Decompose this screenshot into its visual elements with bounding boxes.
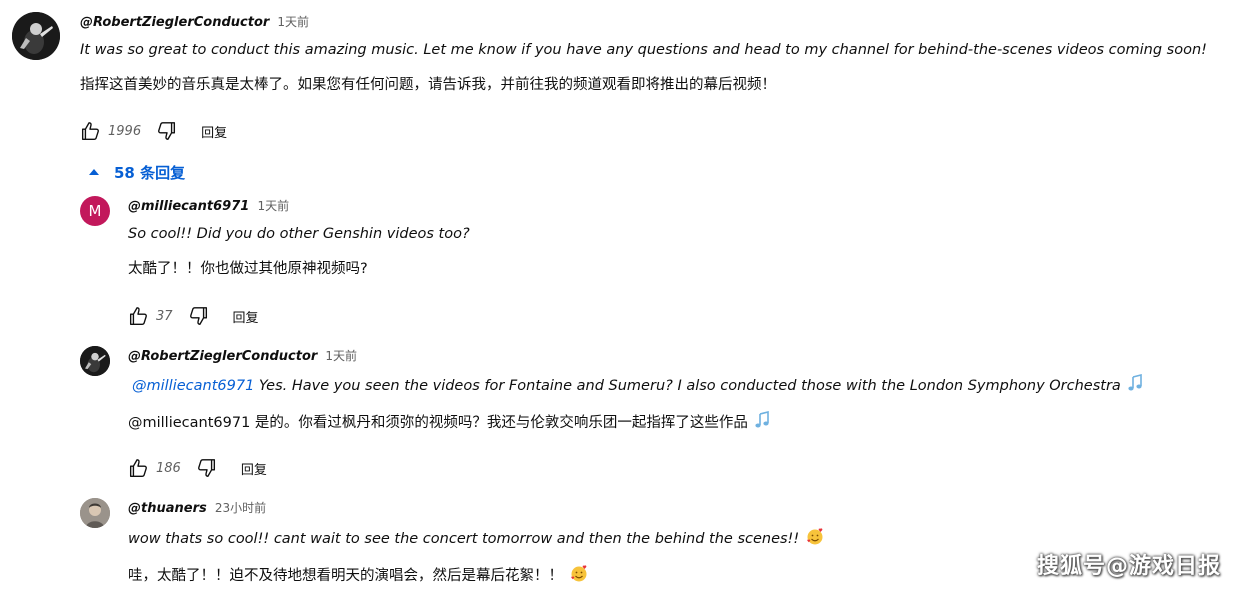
conductor-photo-icon [80,346,110,376]
thumbs-down-icon [158,122,176,140]
like-button[interactable] [78,119,102,143]
comment-header: @RobertZieglerConductor 1天前 [80,13,309,32]
reply-author[interactable]: @RobertZieglerConductor [128,349,317,364]
like-count: 186 [156,460,181,476]
avatar-letter: M [88,202,102,220]
musical-notes-emoji [754,410,774,435]
reply-translation: 太酷了！！你也做过其他原神视频吗? [128,261,368,277]
musical-notes-emoji [1127,373,1147,398]
reply-actions: 186 回复 [126,456,267,480]
avatar[interactable] [80,346,110,376]
reply-header: @thuaners 23小时前 [128,499,266,518]
caret-up-icon [88,168,100,176]
replies-toggle-button[interactable]: 58 条回复 [88,161,185,183]
avatar[interactable]: M [80,196,110,226]
dislike-button[interactable] [187,304,211,328]
like-button[interactable] [126,456,150,480]
reply-body-zh: 哇，太酷了！！迫不及待地想看明天的演唱会，然后是幕后花絮！！ [128,568,563,584]
reply-button[interactable]: 回复 [201,122,227,141]
replies-count-label: 58 条回复 [114,163,186,182]
reply-translation: 哇，太酷了！！迫不及待地想看明天的演唱会，然后是幕后花絮！！ [128,563,589,589]
reply-author[interactable]: @thuaners [128,501,207,516]
like-button[interactable] [126,304,150,328]
mention-link[interactable]: @milliecant6971 [132,378,254,394]
reply-text: So cool!! Did you do other Genshin video… [128,226,470,242]
thumbs-down-icon [189,307,207,325]
comment-text: It was so great to conduct this amazing … [80,42,1207,58]
reply-text: @milliecant6971 Yes. Have you seen the v… [132,373,1147,398]
smiling-face-with-hearts-emoji [569,563,589,589]
user-photo-icon [80,498,110,528]
reply-author[interactable]: @milliecant6971 [128,199,249,214]
reply-body: Yes. Have you seen the videos for Fontai… [254,378,1121,394]
reply-translation: @milliecant6971 是的。你看过枫丹和须弥的视频吗？我还与伦敦交响乐… [128,410,774,435]
comment-time[interactable]: 1天前 [277,15,309,29]
thumbs-up-icon [129,307,147,325]
dislike-button[interactable] [195,456,219,480]
reply-header: @milliecant6971 1天前 [128,197,289,216]
comment-author[interactable]: @RobertZieglerConductor [80,15,269,30]
reply-body-zh: 是的。你看过枫丹和须弥的视频吗？我还与伦敦交响乐团一起指挥了这些作品 [250,415,748,431]
reply-button[interactable]: 回复 [233,307,259,326]
reply-actions: 37 回复 [126,304,259,328]
reply-time[interactable]: 1天前 [257,199,289,213]
conductor-photo-icon [12,12,60,60]
avatar[interactable] [80,498,110,528]
like-count: 37 [156,308,173,324]
avatar[interactable] [12,12,60,60]
reply-header: @RobertZieglerConductor 1天前 [128,347,357,366]
mention-text: @milliecant6971 [128,415,251,431]
reply-time[interactable]: 23小时前 [215,501,266,515]
reply-button[interactable]: 回复 [241,459,267,478]
reply-text: wow thats so cool!! cant wait to see the… [128,526,825,552]
reply-time[interactable]: 1天前 [325,349,357,363]
comment-translation: 指挥这首美妙的音乐真是太棒了。如果您有任何问题，请告诉我，并前往我的频道观看即将… [80,77,776,93]
watermark: 搜狐号@游戏日报 [1036,554,1221,579]
reply-body: wow thats so cool!! cant wait to see the… [128,531,800,547]
smiling-face-with-hearts-emoji [805,526,825,552]
thumbs-up-icon [129,459,147,477]
dislike-button[interactable] [155,119,179,143]
thumbs-up-icon [81,122,99,140]
like-count: 1996 [108,123,142,139]
thumbs-down-icon [197,459,215,477]
comment-actions: 1996 回复 [78,119,227,143]
